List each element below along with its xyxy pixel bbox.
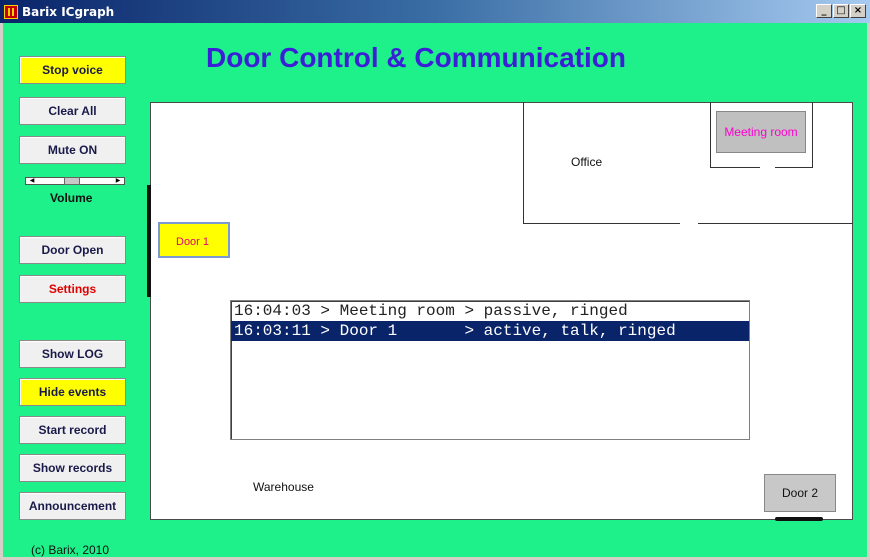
window-controls: _ □ × xyxy=(816,4,866,18)
meeting-wall-bottom-right xyxy=(775,167,813,168)
window-title: Barix ICgraph xyxy=(22,4,115,19)
page-title: Door Control & Communication xyxy=(206,42,626,73)
meeting-room-device[interactable]: Meeting room xyxy=(716,111,806,153)
door-2-device[interactable]: Door 2 xyxy=(764,474,836,512)
app-icon xyxy=(4,4,18,19)
warehouse-label: Warehouse xyxy=(253,480,314,494)
event-log-list[interactable]: 16:04:03 > Meeting room > passive, ringe… xyxy=(230,300,750,440)
copyright-text: (c) Barix, 2010 xyxy=(31,543,110,557)
door-1-device[interactable]: Door 1 xyxy=(158,222,230,258)
meeting-wall-bottom-left xyxy=(710,167,760,168)
settings-button[interactable]: Settings xyxy=(19,275,126,303)
show-log-button[interactable]: Show LOG xyxy=(19,340,126,368)
office-wall-bottom-right xyxy=(698,223,853,224)
maximize-button[interactable]: □ xyxy=(833,4,849,18)
announcement-button[interactable]: Announcement xyxy=(19,492,126,520)
slider-left-arrow-icon[interactable]: ◀ xyxy=(27,178,37,184)
office-wall-left xyxy=(523,102,524,224)
map-scroll-marker xyxy=(147,185,151,297)
door-open-button[interactable]: Door Open xyxy=(19,236,126,264)
mute-button[interactable]: Mute ON xyxy=(19,136,126,164)
stop-voice-button[interactable]: Stop voice xyxy=(19,56,126,84)
hide-events-button[interactable]: Hide events xyxy=(19,378,126,406)
meeting-wall-right xyxy=(812,102,813,168)
volume-slider[interactable]: ◀ ▶ xyxy=(25,177,125,185)
show-records-button[interactable]: Show records xyxy=(19,454,126,482)
minimize-button[interactable]: _ xyxy=(816,4,832,18)
office-wall-bottom-left xyxy=(523,223,680,224)
start-record-button[interactable]: Start record xyxy=(19,416,126,444)
volume-label: Volume xyxy=(50,191,93,205)
slider-right-arrow-icon[interactable]: ▶ xyxy=(113,178,123,184)
clear-all-button[interactable]: Clear All xyxy=(19,97,126,125)
title-bar: Barix ICgraph _ □ × xyxy=(0,0,870,23)
office-label: Office xyxy=(571,155,603,169)
volume-slider-thumb[interactable] xyxy=(63,177,80,185)
door-2-status-bar xyxy=(775,517,823,521)
list-item[interactable]: 16:03:11 > Door 1 > active, talk, ringed xyxy=(231,321,749,341)
close-button[interactable]: × xyxy=(850,4,866,18)
meeting-wall-left xyxy=(710,102,711,168)
list-item[interactable]: 16:04:03 > Meeting room > passive, ringe… xyxy=(231,301,749,321)
